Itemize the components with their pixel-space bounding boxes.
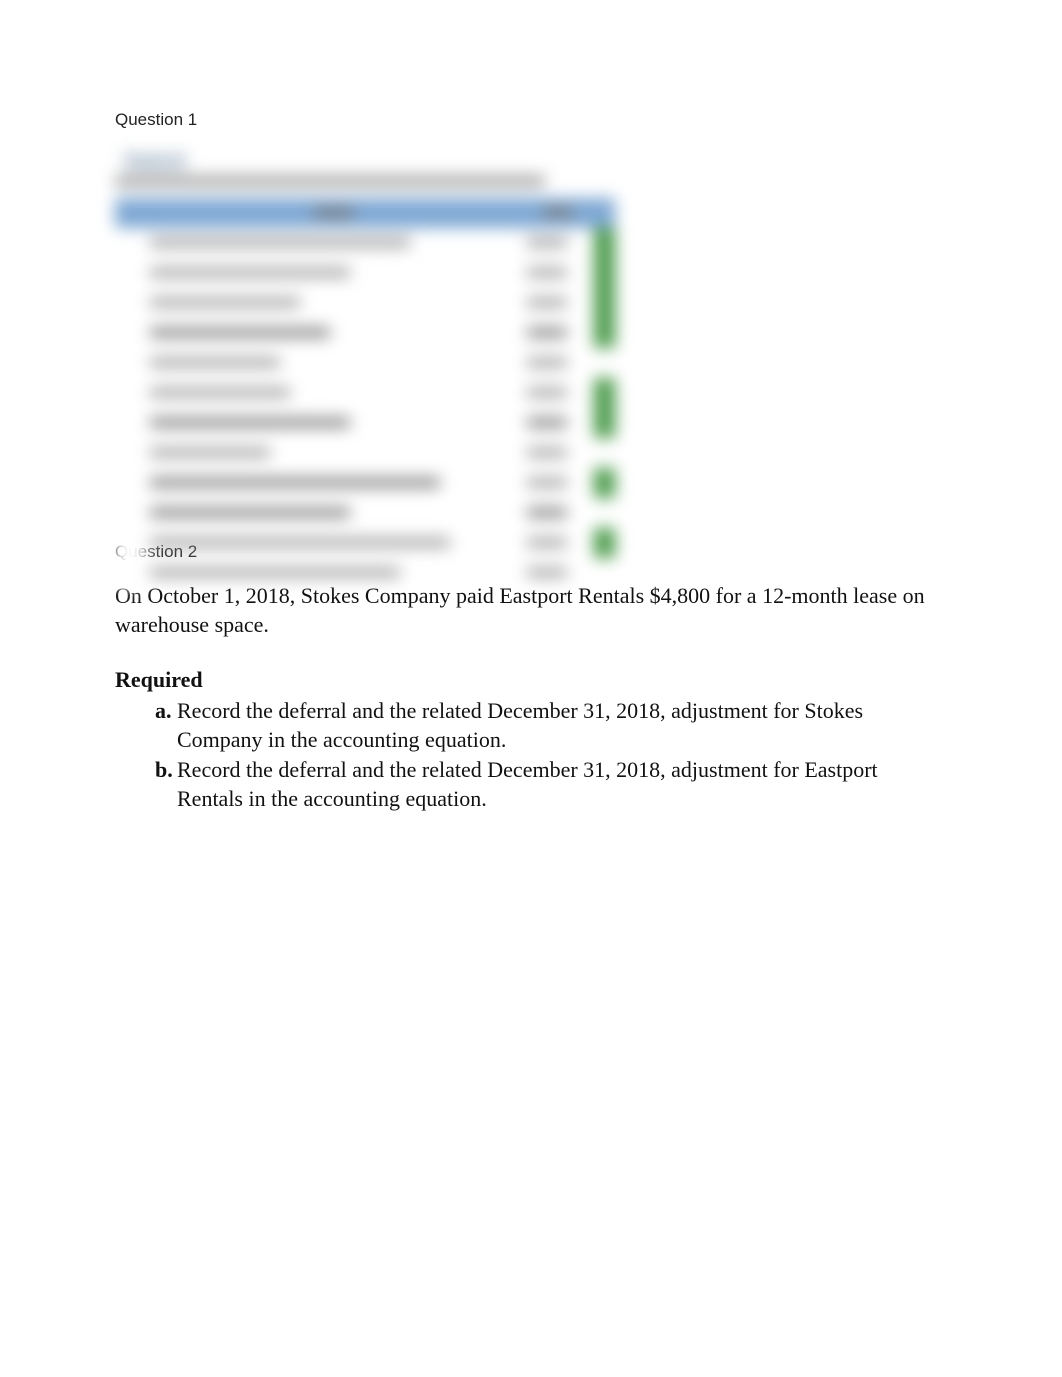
question-1-label: Question 1: [115, 110, 947, 130]
blurred-required-heading: Required: [125, 150, 186, 168]
table-row: [115, 498, 615, 528]
question-2-body: On October 1, 2018, Stokes Company paid …: [115, 582, 947, 639]
required-heading: Required: [115, 667, 947, 693]
table-row: [115, 408, 615, 438]
blurred-subtext-line: [115, 176, 545, 186]
table-header-col1: [314, 208, 354, 220]
table-row: [115, 258, 615, 288]
list-item: a. Record the deferral and the related D…: [155, 697, 947, 754]
table-header-col2: [543, 208, 573, 220]
list-item-text: Record the deferral and the related Dece…: [177, 757, 878, 811]
table-row: [115, 288, 615, 318]
list-marker: b.: [155, 756, 173, 785]
blurred-table: [115, 198, 615, 588]
required-list: a. Record the deferral and the related D…: [115, 697, 947, 813]
list-marker: a.: [155, 697, 172, 726]
table-row: [115, 318, 615, 348]
list-item: b. Record the deferral and the related D…: [155, 756, 947, 813]
table-row: [115, 468, 615, 498]
table-header-row: [115, 198, 615, 228]
table-row: [115, 378, 615, 408]
blurred-content-block: Required: [115, 150, 625, 510]
table-row: [115, 438, 615, 468]
table-row: [115, 348, 615, 378]
question-2-label: Question 2: [115, 542, 947, 562]
list-item-text: Record the deferral and the related Dece…: [177, 698, 863, 752]
table-row: [115, 228, 615, 258]
